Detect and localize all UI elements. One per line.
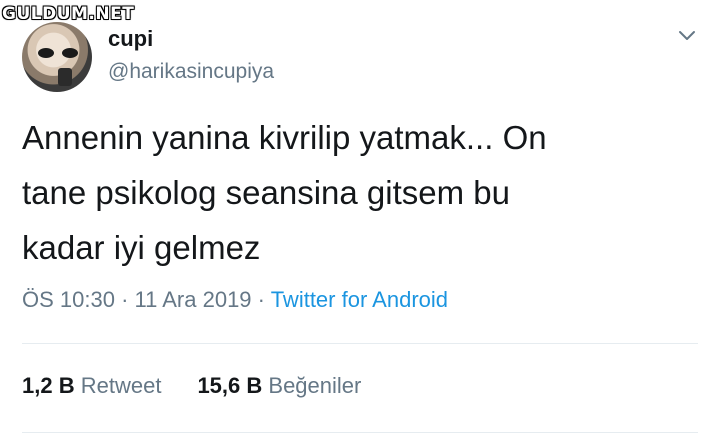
retweet-count: 1,2 B	[22, 373, 75, 398]
tweet-text-line: kadar iyi gelmez	[22, 229, 261, 266]
tweet-date[interactable]: 11 Ara 2019	[135, 287, 252, 312]
tweet-text: Annenin yanina kivrilip yatmak... On tan…	[22, 110, 682, 275]
retweet-stat[interactable]: 1,2 B Retweet	[22, 373, 161, 398]
separator-dot: ·	[251, 287, 271, 312]
divider	[22, 343, 698, 344]
tweet-time[interactable]: ÖS 10:30	[22, 287, 115, 312]
chevron-down-icon[interactable]	[676, 24, 698, 46]
likes-stat[interactable]: 15,6 B Beğeniler	[197, 373, 361, 398]
tweet-text-line: Annenin yanina kivrilip yatmak... On	[22, 119, 547, 156]
tweet-text-line: tane psikolog seansina gitsem bu	[22, 174, 510, 211]
likes-label: Beğeniler	[268, 373, 362, 398]
user-handle[interactable]: @harikasincupiya	[108, 60, 274, 84]
divider	[22, 432, 698, 433]
avatar-phone	[58, 68, 72, 86]
retweet-label: Retweet	[80, 373, 162, 398]
tweet-stats: 1,2 B Retweet 15,6 B Beğeniler	[22, 373, 361, 399]
avatar-glasses	[38, 48, 78, 58]
avatar[interactable]	[22, 22, 92, 92]
tweet-source-link[interactable]: Twitter for Android	[271, 287, 448, 312]
tweet-meta: ÖS 10:30 · 11 Ara 2019 · Twitter for And…	[22, 287, 448, 313]
watermark-logo: GULDUM.NET	[2, 4, 135, 24]
separator-dot: ·	[114, 287, 135, 312]
likes-count: 15,6 B	[197, 373, 263, 398]
user-display-name[interactable]: cupi	[108, 26, 153, 52]
